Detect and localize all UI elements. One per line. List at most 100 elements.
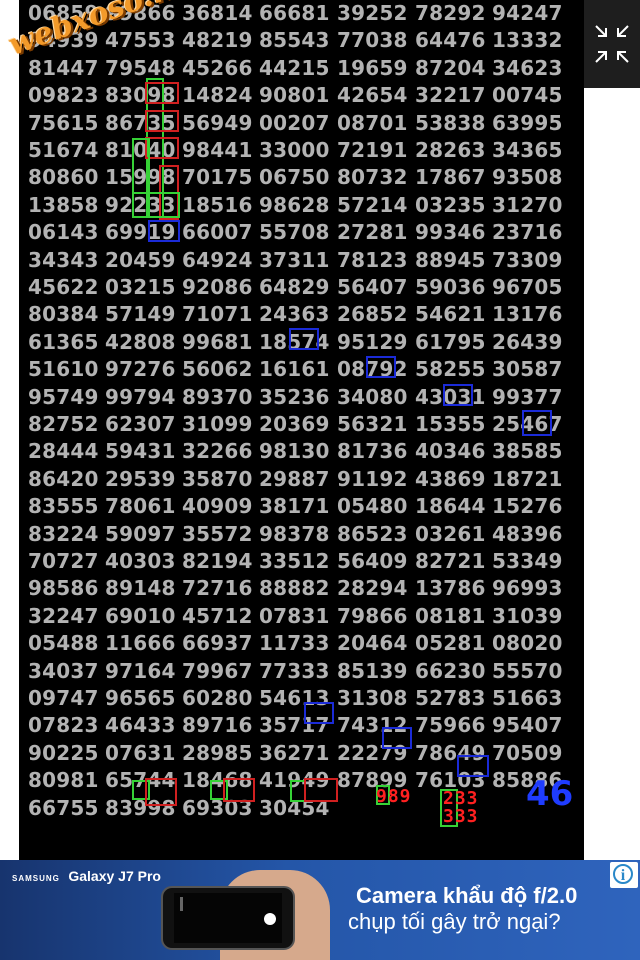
number-row: 07823 46433 89716 35717 74312 75966 95407 — [19, 712, 584, 738]
number-cell: 66007 — [182, 220, 253, 245]
number-cell: 57149 — [105, 302, 176, 327]
number-cell: 00207 — [259, 110, 330, 135]
number-cell: 16161 — [259, 357, 330, 382]
number-cell: 55570 — [492, 658, 563, 683]
number-cell: 14824 — [182, 83, 253, 108]
number-cell: 90225 — [28, 740, 99, 765]
number-cell: 59431 — [105, 439, 176, 464]
number-cell: 39252 — [337, 1, 408, 25]
number-row: 81447 79548 45266 44215 19659 87204 34623 — [19, 55, 584, 81]
highlight-box-blue — [148, 220, 180, 242]
number-cell: 33512 — [259, 549, 330, 573]
number-cell: 30587 — [492, 357, 563, 382]
number-cell: 83224 — [28, 521, 99, 546]
number-cell: 31099 — [182, 412, 253, 436]
number-cell: 34037 — [28, 658, 99, 683]
number-cell: 35572 — [182, 521, 253, 546]
number-row: 94939 47553 48219 85543 77038 64476 13332 — [19, 27, 584, 53]
number-cell: 57214 — [337, 192, 408, 217]
number-cell: 73309 — [492, 247, 563, 272]
number-cell: 48396 — [492, 521, 563, 546]
number-cell: 53349 — [492, 549, 563, 573]
number-cell: 82194 — [182, 549, 253, 573]
number-row: 51674 81040 98441 33000 72191 28263 34365 — [19, 137, 584, 163]
number-cell: 07823 — [28, 713, 99, 738]
number-cell: 83555 — [28, 494, 99, 519]
number-cell: 77038 — [337, 28, 408, 53]
number-cell: 31039 — [492, 603, 563, 628]
number-row: 09823 83098 14824 90801 42654 32217 00745 — [19, 82, 584, 108]
number-cell: 28985 — [182, 740, 253, 765]
number-cell: 64829 — [259, 275, 330, 299]
info-icon: i — [613, 864, 633, 884]
number-cell: 56407 — [337, 275, 408, 299]
number-cell: 56062 — [182, 357, 253, 382]
highlight-box-blue — [304, 702, 334, 724]
number-row: 70727 40303 82194 33512 56409 82721 53349 — [19, 548, 584, 574]
number-cell: 28263 — [415, 138, 486, 162]
ad-info-button[interactable]: i — [610, 862, 638, 888]
number-row: 13858 92233 18516 98628 57214 03235 31270 — [19, 192, 584, 218]
number-cell: 47553 — [105, 28, 176, 53]
number-cell: 26852 — [337, 302, 408, 327]
number-cell: 66755 — [28, 795, 99, 820]
number-cell: 13858 — [28, 192, 99, 217]
number-cell: 61365 — [28, 329, 99, 354]
number-cell: 82721 — [415, 549, 486, 573]
number-cell: 70727 — [28, 549, 99, 573]
number-cell: 95129 — [337, 329, 408, 354]
right-margin — [584, 0, 640, 860]
number-cell: 53838 — [415, 110, 486, 135]
number-cell: 71071 — [182, 302, 253, 327]
number-cell: 38171 — [259, 494, 330, 519]
number-cell: 66937 — [182, 631, 253, 656]
number-row: 98586 89148 72716 88882 28294 13786 96993 — [19, 575, 584, 601]
number-cell: 35236 — [259, 384, 330, 409]
number-cell: 32217 — [415, 83, 486, 108]
number-cell: 75966 — [415, 713, 486, 738]
number-cell: 56949 — [182, 110, 253, 135]
number-cell: 66230 — [415, 658, 486, 683]
number-cell: 35870 — [182, 466, 253, 491]
number-cell: 07631 — [105, 740, 176, 765]
number-cell: 96993 — [492, 576, 563, 601]
number-cell: 69010 — [105, 603, 176, 628]
number-cell: 59097 — [105, 521, 176, 546]
number-cell: 38585 — [492, 439, 563, 464]
number-cell: 78292 — [415, 1, 486, 25]
number-row: 83224 59097 35572 98378 86523 03261 48396 — [19, 521, 584, 547]
number-cell: 80860 — [28, 165, 99, 190]
number-cell: 97164 — [105, 658, 176, 683]
number-cell: 72191 — [337, 138, 408, 162]
number-board: 06859 99866 36814 66681 39252 78292 94247 94939… — [19, 0, 584, 860]
number-cell: 51610 — [28, 357, 99, 382]
number-cell: 11733 — [259, 631, 330, 656]
number-cell: 89716 — [182, 713, 253, 738]
highlight-box-red — [145, 137, 179, 159]
number-cell: 55708 — [259, 220, 330, 245]
number-row: 82752 62307 31099 20369 56321 15355 25467 — [19, 411, 584, 437]
number-cell: 45622 — [28, 275, 99, 299]
number-cell: 80732 — [337, 165, 408, 190]
number-cell: 32266 — [182, 439, 253, 464]
number-cell: 88945 — [415, 247, 486, 272]
number-cell: 06750 — [259, 165, 330, 190]
number-cell: 13786 — [415, 576, 486, 601]
number-cell: 96565 — [105, 686, 176, 710]
number-cell: 34343 — [28, 247, 99, 272]
number-cell: 51663 — [492, 686, 563, 710]
number-cell: 82752 — [28, 412, 99, 436]
number-cell: 70509 — [492, 740, 563, 765]
exit-fullscreen-button[interactable] — [584, 0, 640, 88]
number-cell: 98378 — [259, 521, 330, 546]
number-cell: 03261 — [415, 521, 486, 546]
number-cell: 42654 — [337, 83, 408, 108]
number-cell: 42808 — [105, 329, 176, 354]
number-row: 09747 96565 60280 54613 31308 52783 51663 — [19, 685, 584, 711]
number-cell: 72716 — [182, 576, 253, 601]
number-row: 95749 99794 89370 35236 34080 43031 99377 — [19, 384, 584, 410]
ad-headline: Camera khẩu độ f/2.0 — [356, 883, 578, 908]
number-cell: 13176 — [492, 302, 563, 327]
number-cell: 29887 — [259, 466, 330, 491]
number-cell: 20464 — [337, 631, 408, 656]
